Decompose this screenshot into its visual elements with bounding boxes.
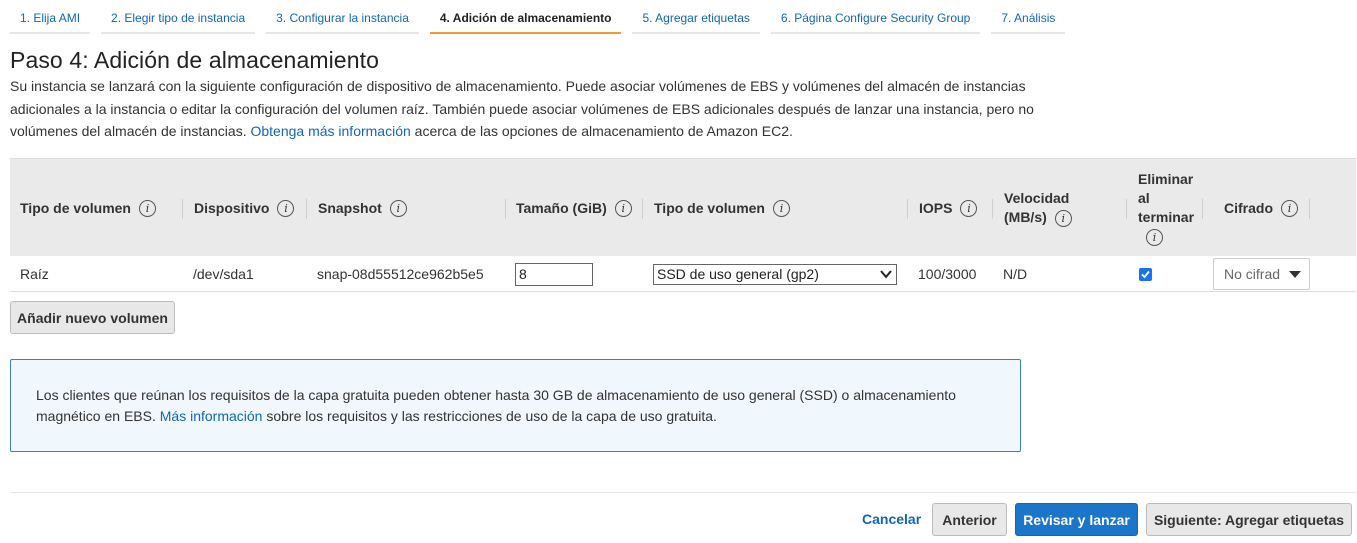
page-description: Su instancia se lanzará con la siguiente…	[10, 75, 1040, 143]
header-label: Cifrado	[1224, 200, 1273, 216]
header-label: Eliminar al terminar i	[1138, 170, 1194, 246]
header-label-line: al	[1138, 190, 1150, 206]
header-snapshot: Snapshot i	[306, 159, 407, 257]
cell-volume-type-select: SSD de uso general (gp2)	[653, 256, 897, 292]
header-volume-type-select: Tipo de volumen i	[642, 159, 790, 257]
select-value: SSD de uso general (gp2)	[657, 266, 819, 282]
tab-configure-security-group[interactable]: 6. Página Configure Security Group	[770, 4, 981, 34]
info-icon[interactable]: i	[1054, 210, 1072, 227]
header-label: IOPS	[919, 200, 953, 216]
header-size: Tamaño (GiB) i	[505, 159, 632, 257]
info-icon[interactable]: i	[960, 199, 978, 217]
header-label: Tipo de volumen	[654, 200, 765, 216]
storage-table: Tipo de volumen i Dispositivo i Snapshot…	[10, 158, 1356, 292]
tab-configure-instance[interactable]: 3. Configurar la instancia	[266, 4, 419, 34]
column-divider	[505, 199, 506, 219]
header-device: Dispositivo i	[182, 159, 295, 257]
column-divider	[1126, 199, 1127, 219]
header-iops: IOPS i	[907, 159, 978, 257]
cell-size	[515, 256, 593, 292]
info-icon[interactable]: i	[138, 199, 156, 217]
info-icon[interactable]: i	[1281, 199, 1298, 217]
tab-choose-ami[interactable]: 1. Elija AMI	[10, 4, 91, 34]
header-label: Tamaño (GiB)	[516, 200, 607, 216]
header-encryption: Cifrado i	[1202, 159, 1310, 257]
delete-on-termination-checkbox[interactable]	[1139, 267, 1152, 281]
chevron-down-icon	[880, 270, 892, 279]
previous-button[interactable]: Anterior	[932, 503, 1007, 536]
cell-volume-type: Raíz	[20, 266, 49, 282]
column-divider	[642, 199, 643, 219]
header-label-line: i	[1138, 227, 1194, 246]
notice-more-info-link[interactable]: Más información	[160, 408, 263, 424]
cell-device: /dev/sda1	[193, 266, 254, 282]
volume-type-select[interactable]: SSD de uso general (gp2)	[653, 263, 897, 285]
footer-divider	[10, 492, 1356, 493]
header-label: Velocidad (MB/s) i	[1004, 189, 1072, 227]
info-icon[interactable]: i	[772, 199, 790, 217]
cancel-link[interactable]: Cancelar	[862, 511, 921, 527]
header-label: Dispositivo	[194, 200, 270, 216]
next-add-tags-button[interactable]: Siguiente: Agregar etiquetas	[1146, 503, 1352, 536]
learn-more-link[interactable]: Obtenga más información	[250, 123, 410, 139]
notice-text-post: sobre los requisitos y las restricciones…	[266, 408, 717, 424]
review-and-launch-button[interactable]: Revisar y lanzar	[1015, 503, 1138, 536]
column-divider	[182, 199, 183, 219]
select-value: No cifrado	[1224, 266, 1280, 282]
header-throughput: Velocidad (MB/s) i	[992, 159, 1072, 257]
add-new-volume-button[interactable]: Añadir nuevo volumen	[10, 301, 175, 334]
header-volume-type: Tipo de volumen i	[20, 159, 156, 257]
table-header: Tipo de volumen i Dispositivo i Snapshot…	[10, 158, 1356, 256]
header-label-line: terminar	[1138, 209, 1195, 225]
column-divider	[306, 199, 307, 219]
info-icon[interactable]: i	[1146, 229, 1163, 246]
header-delete-on-termination: Eliminar al terminar i	[1126, 159, 1194, 257]
tab-add-storage[interactable]: 4. Adición de almacenamiento	[429, 4, 622, 34]
cell-encryption: No cifrado	[1213, 256, 1310, 292]
tab-choose-instance-type[interactable]: 2. Elegir tipo de instancia	[101, 4, 256, 34]
cell-snapshot: snap-08d55512ce962b5e5	[317, 266, 484, 282]
column-divider	[907, 199, 908, 219]
checkmark-icon	[1141, 270, 1150, 278]
cell-throughput: N/D	[1003, 266, 1028, 282]
wizard-tabs: 1. Elija AMI 2. Elegir tipo de instancia…	[10, 4, 1076, 34]
cell-iops: 100/3000	[918, 266, 977, 282]
cell-delete-on-termination	[1139, 256, 1152, 292]
info-icon[interactable]: i	[277, 199, 295, 217]
page-title: Paso 4: Adición de almacenamiento	[10, 47, 379, 73]
info-icon[interactable]: i	[389, 199, 407, 217]
description-text-post: acerca de las opciones de almacenamiento…	[414, 123, 793, 139]
encryption-select[interactable]: No cifrado	[1213, 258, 1310, 290]
header-label: Tipo de volumen	[20, 200, 131, 216]
column-divider	[992, 199, 993, 219]
header-label-line: Velocidad	[1004, 190, 1070, 206]
header-label-line: Eliminar	[1138, 171, 1194, 187]
caret-down-icon	[1289, 270, 1301, 278]
header-label-line: (MB/s) i	[1004, 208, 1072, 227]
size-input[interactable]	[515, 262, 593, 286]
tab-review[interactable]: 7. Análisis	[991, 4, 1066, 34]
column-divider	[1309, 199, 1310, 219]
free-tier-notice: Los clientes que reúnan los requisitos d…	[10, 359, 1021, 452]
tab-add-tags[interactable]: 5. Agregar etiquetas	[632, 4, 760, 34]
info-icon[interactable]: i	[614, 199, 632, 217]
column-divider	[1202, 199, 1203, 219]
table-row: Raíz /dev/sda1 snap-08d55512ce962b5e5 SS…	[10, 256, 1356, 292]
header-label-unit: (MB/s)	[1004, 209, 1047, 225]
header-label: Snapshot	[318, 200, 382, 216]
